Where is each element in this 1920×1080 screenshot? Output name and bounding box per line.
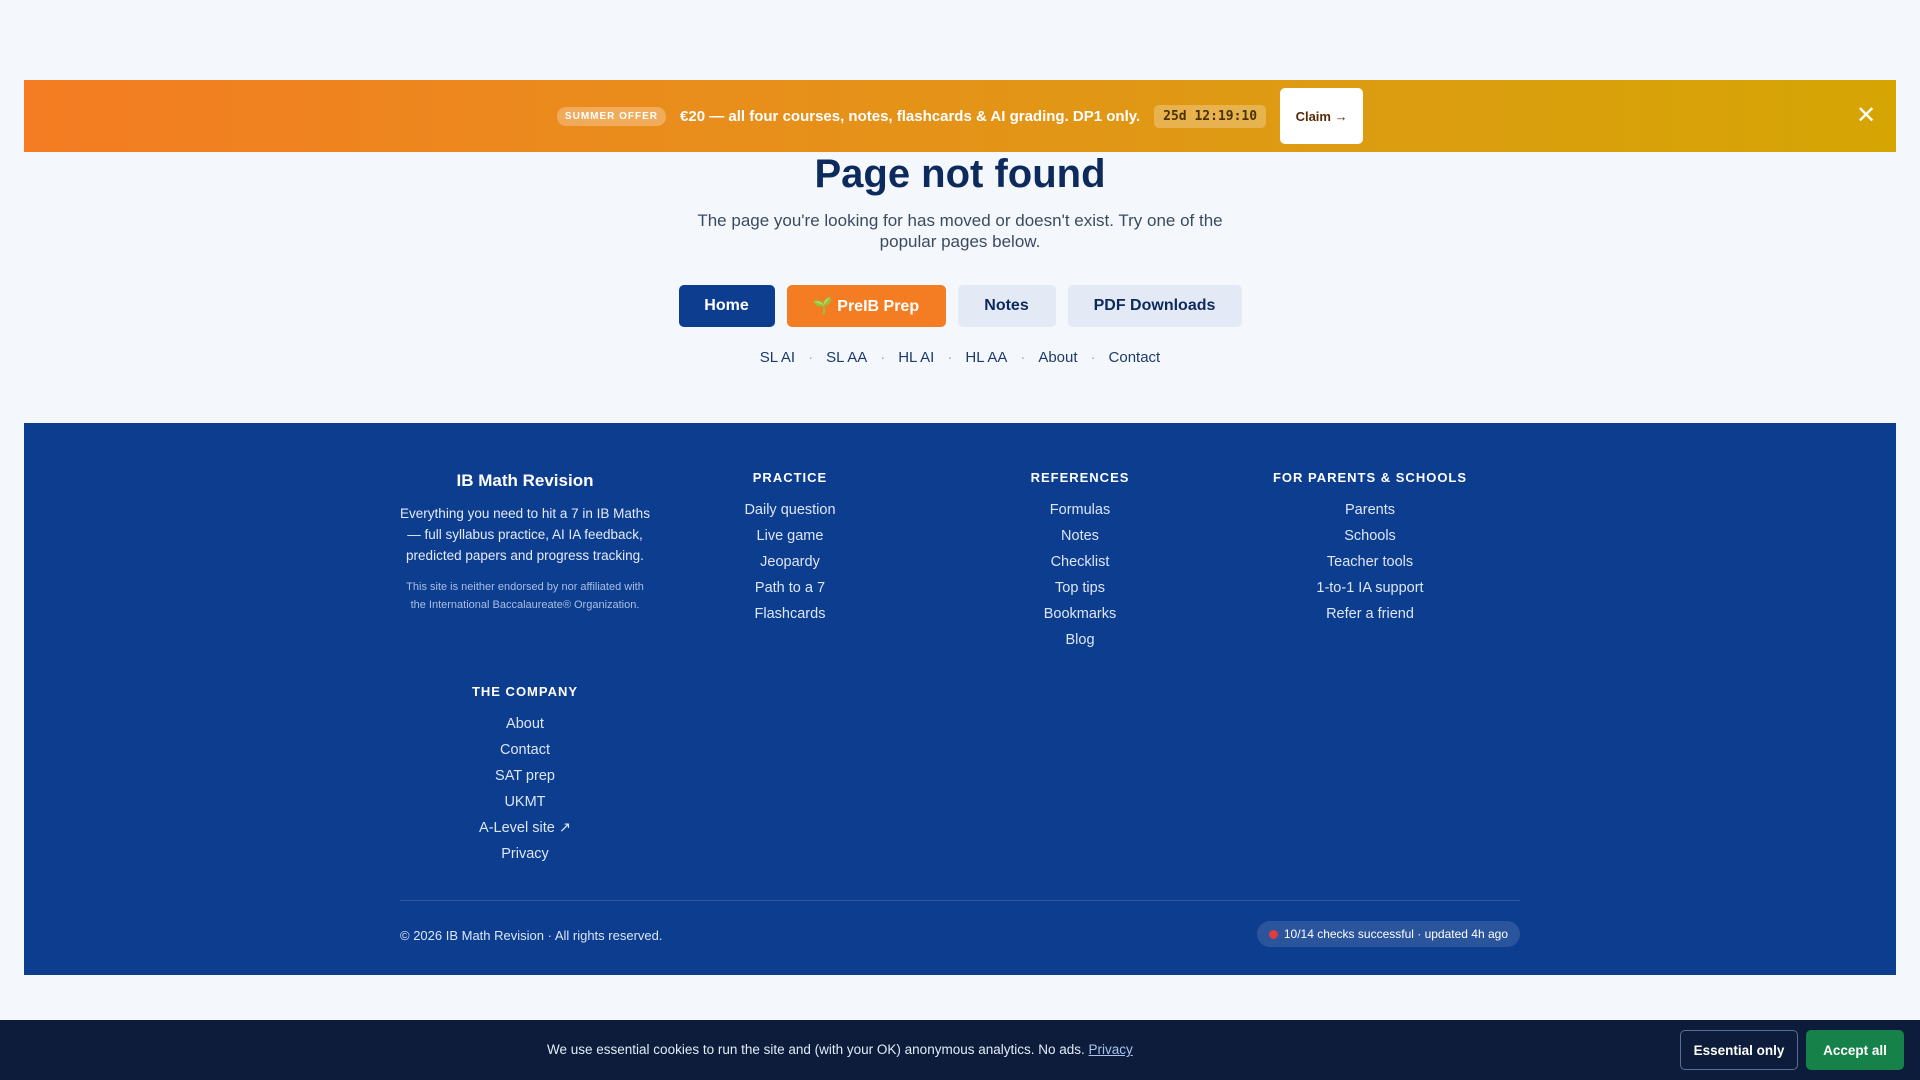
footer-link-teacher-tools[interactable]: Teacher tools bbox=[1250, 549, 1490, 575]
close-icon[interactable]: ✕ bbox=[1854, 104, 1878, 128]
brand-description: Everything you need to hit a 7 in IB Mat… bbox=[400, 506, 650, 563]
footer-link-a-level[interactable]: A-Level site ↗ bbox=[400, 815, 650, 841]
footer-link-sat-prep[interactable]: SAT prep bbox=[400, 763, 650, 789]
link-contact[interactable]: Contact bbox=[1109, 349, 1161, 366]
footer-link-ia-support[interactable]: 1-to-1 IA support bbox=[1250, 575, 1490, 601]
pdf-downloads-button[interactable]: PDF Downloads bbox=[1067, 285, 1242, 327]
link-hl-aa[interactable]: HL AA bbox=[965, 349, 1007, 366]
footer-link-contact[interactable]: Contact bbox=[400, 737, 650, 763]
parents-heading: FOR PARENTS & SCHOOLS bbox=[1272, 470, 1468, 485]
accept-all-button[interactable]: Accept all bbox=[1806, 1030, 1904, 1070]
link-hl-ai[interactable]: HL AI bbox=[898, 349, 934, 366]
footer-link-bookmarks[interactable]: Bookmarks bbox=[980, 601, 1180, 627]
footer-company: THE COMPANY About Contact SAT prep UKMT … bbox=[400, 684, 650, 867]
footer-link-formulas[interactable]: Formulas bbox=[980, 497, 1180, 523]
footer-link-privacy[interactable]: Privacy bbox=[400, 841, 650, 867]
footer-link-refer-friend[interactable]: Refer a friend bbox=[1250, 601, 1490, 627]
footer-brand: IB Math Revision Everything you need to … bbox=[400, 471, 650, 614]
brand-name: IB Math Revision bbox=[456, 471, 594, 490]
separator: · bbox=[880, 349, 886, 366]
references-heading: REFERENCES bbox=[1030, 470, 1130, 485]
separator: · bbox=[1090, 349, 1096, 366]
promo-badge: SUMMER OFFER bbox=[556, 106, 667, 126]
footer-link-schools[interactable]: Schools bbox=[1250, 523, 1490, 549]
footer-link-about[interactable]: About bbox=[400, 711, 650, 737]
link-sl-aa[interactable]: SL AA bbox=[826, 349, 867, 366]
essential-only-button[interactable]: Essential only bbox=[1680, 1030, 1798, 1070]
footer-link-checklist[interactable]: Checklist bbox=[980, 549, 1180, 575]
status-badge[interactable]: 10/14 checks successful · updated 4h ago bbox=[1256, 921, 1520, 947]
separator: · bbox=[947, 349, 953, 366]
link-about[interactable]: About bbox=[1038, 349, 1077, 366]
page-subtitle: The page you're looking for has moved or… bbox=[697, 211, 1223, 251]
quick-links: SL AI · SL AA · HL AI · HL AA · About · … bbox=[0, 349, 1920, 366]
notes-button[interactable]: Notes bbox=[957, 285, 1056, 327]
home-button[interactable]: Home bbox=[678, 285, 775, 327]
copyright-text: © 2026 IB Math Revision · All rights res… bbox=[400, 928, 663, 943]
footer-practice: PRACTICE Daily question Live game Jeopar… bbox=[690, 470, 890, 627]
not-found-section: Page not found The page you're looking f… bbox=[0, 152, 1920, 366]
footer-link-live-game[interactable]: Live game bbox=[690, 523, 890, 549]
footer-link-daily-question[interactable]: Daily question bbox=[690, 497, 890, 523]
cookie-privacy-link[interactable]: Privacy bbox=[1089, 1042, 1133, 1057]
footer-inner: IB Math Revision Everything you need to … bbox=[400, 423, 1520, 975]
separator: · bbox=[1020, 349, 1026, 366]
footer-link-flashcards[interactable]: Flashcards bbox=[690, 601, 890, 627]
separator: · bbox=[808, 349, 814, 366]
footer-link-notes[interactable]: Notes bbox=[980, 523, 1180, 549]
page-title: Page not found bbox=[814, 152, 1106, 196]
footer-link-ukmt[interactable]: UKMT bbox=[400, 789, 650, 815]
link-sl-ai[interactable]: SL AI bbox=[760, 349, 795, 366]
cookie-message: We use essential cookies to run the site… bbox=[547, 1042, 1133, 1057]
status-text: 10/14 checks successful · updated 4h ago bbox=[1283, 927, 1508, 941]
cookie-text: We use essential cookies to run the site… bbox=[547, 1042, 1089, 1057]
footer-link-jeopardy[interactable]: Jeopardy bbox=[690, 549, 890, 575]
claim-button[interactable]: Claim → bbox=[1280, 88, 1364, 144]
promo-banner: SUMMER OFFER €20 — all four courses, not… bbox=[24, 80, 1896, 152]
preib-prep-button[interactable]: 🌱 PreIB Prep bbox=[786, 285, 946, 327]
footer-link-top-tips[interactable]: Top tips bbox=[980, 575, 1180, 601]
footer-link-blog[interactable]: Blog bbox=[980, 627, 1180, 653]
site-footer: IB Math Revision Everything you need to … bbox=[24, 423, 1896, 975]
practice-heading: PRACTICE bbox=[752, 470, 828, 485]
footer-link-path-to-7[interactable]: Path to a 7 bbox=[690, 575, 890, 601]
footer-references: REFERENCES Formulas Notes Checklist Top … bbox=[980, 470, 1180, 653]
promo-countdown: 25d 12:19:10 bbox=[1154, 104, 1267, 128]
company-heading: THE COMPANY bbox=[471, 684, 579, 699]
status-dot-icon bbox=[1268, 929, 1278, 939]
footer-divider bbox=[400, 900, 1520, 901]
footer-link-parents[interactable]: Parents bbox=[1250, 497, 1490, 523]
footer-parents-schools: FOR PARENTS & SCHOOLS Parents Schools Te… bbox=[1250, 470, 1490, 627]
promo-text: €20 — all four courses, notes, flashcard… bbox=[680, 107, 1141, 125]
cookie-banner: We use essential cookies to run the site… bbox=[0, 1020, 1920, 1080]
primary-links: Home 🌱 PreIB Prep Notes PDF Downloads bbox=[0, 285, 1920, 327]
brand-disclaimer: This site is neither endorsed by nor aff… bbox=[406, 581, 644, 611]
